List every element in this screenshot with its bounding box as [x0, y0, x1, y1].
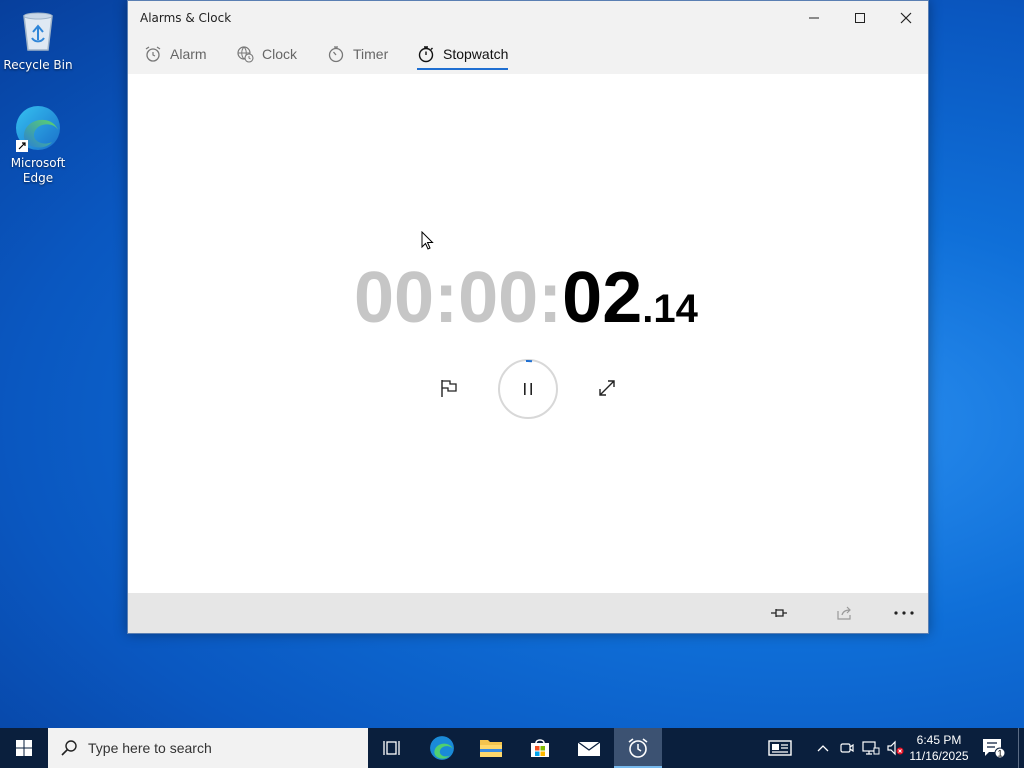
tab-label: Stopwatch: [443, 46, 509, 62]
minutes-value: 00: [458, 258, 539, 338]
hours-value: 00: [354, 258, 435, 338]
taskbar-date: 11/16/2025: [909, 749, 969, 763]
desktop-icon-label: Recycle Bin: [3, 58, 73, 72]
folder-icon: [480, 740, 502, 757]
pin-to-start-button[interactable]: [759, 599, 799, 627]
stopwatch-time: 00:00:02.14: [354, 262, 698, 334]
command-bar: [128, 593, 928, 633]
edge-icon: [14, 104, 62, 152]
alarms-clock-window: Alarms & Clock Alarm Clock Timer Stopwat…: [127, 0, 929, 634]
seconds-value: 02: [562, 258, 643, 338]
show-desktop-button[interactable]: [1018, 728, 1024, 768]
notification-count: 1: [997, 749, 1002, 759]
taskbar-file-explorer-button[interactable]: [467, 728, 515, 768]
taskbar-time: 6:45 PM: [916, 733, 962, 747]
taskbar-store-button[interactable]: [516, 728, 564, 768]
meet-now-button[interactable]: [836, 728, 858, 768]
desktop-icon-recycle-bin[interactable]: Recycle Bin: [0, 6, 76, 73]
mail-icon: [577, 741, 601, 756]
stopwatch-panel: 00:00:02.14: [128, 74, 928, 593]
tab-label: Alarm: [170, 46, 207, 62]
globe-clock-icon: [237, 46, 254, 63]
search-icon: [61, 740, 77, 756]
taskbar-edge-button[interactable]: [418, 728, 466, 768]
tab-stopwatch[interactable]: Stopwatch: [417, 34, 509, 74]
stopwatch-icon: [418, 46, 434, 63]
news-icon: [768, 740, 792, 756]
task-view-icon: [383, 741, 400, 755]
recycle-bin-icon: [14, 6, 62, 54]
store-icon: [531, 739, 549, 757]
action-center-button[interactable]: 1: [976, 728, 1010, 768]
time-separator: :: [538, 258, 563, 338]
search-placeholder: Type here to search: [88, 740, 212, 756]
tab-label: Timer: [353, 46, 389, 62]
expand-button[interactable]: [591, 372, 623, 404]
alarm-clock-icon: [628, 738, 648, 758]
expand-icon: [599, 380, 615, 396]
mouse-cursor-icon: [421, 231, 434, 250]
tab-bar: Alarm Clock Timer Stopwatch: [128, 34, 928, 74]
pin-icon: [771, 609, 787, 617]
desktop-icon-edge[interactable]: Microsoft Edge: [0, 104, 76, 186]
start-button[interactable]: [0, 728, 48, 768]
share-icon: [837, 606, 851, 620]
taskbar-mail-button[interactable]: [565, 728, 613, 768]
title-bar[interactable]: Alarms & Clock: [128, 1, 928, 34]
tab-clock[interactable]: Clock: [236, 34, 297, 74]
window-title: Alarms & Clock: [140, 11, 232, 25]
task-view-button[interactable]: [368, 728, 416, 768]
tab-timer[interactable]: Timer: [327, 34, 388, 74]
close-icon: [900, 12, 912, 23]
progress-ring-icon: [525, 359, 533, 363]
notification-icon: 1: [983, 739, 1005, 759]
tab-alarm[interactable]: Alarm: [144, 34, 207, 74]
volume-muted-icon: [887, 740, 904, 756]
tab-label: Clock: [262, 46, 298, 62]
meet-now-icon: [840, 743, 854, 753]
network-icon: [862, 741, 880, 755]
more-icon: [894, 611, 914, 615]
more-options-button[interactable]: [884, 599, 924, 627]
minimize-icon: [809, 17, 819, 18]
close-button[interactable]: [883, 1, 929, 34]
taskbar-clock[interactable]: 6:45 PM 11/16/2025: [906, 728, 972, 768]
maximize-button[interactable]: [837, 1, 883, 34]
show-hidden-icons-button[interactable]: [812, 728, 834, 768]
windows-logo-icon: [16, 740, 32, 756]
minimize-button[interactable]: [791, 1, 837, 34]
maximize-icon: [855, 12, 865, 23]
taskbar-alarms-clock-button[interactable]: [614, 728, 662, 768]
taskbar: Type here to search 6:45 PM 11/16/2025 1: [0, 728, 1024, 768]
chevron-up-icon: [817, 745, 829, 752]
taskbar-search-box[interactable]: Type here to search: [48, 728, 368, 768]
timer-icon: [328, 46, 344, 63]
volume-button[interactable]: [884, 728, 906, 768]
desktop-icon-label: Microsoft Edge: [10, 156, 66, 185]
news-and-interests-button[interactable]: [762, 728, 798, 768]
time-separator: :: [434, 258, 459, 338]
edge-icon: [430, 736, 454, 760]
lap-button[interactable]: [433, 372, 465, 404]
share-button[interactable]: [825, 599, 865, 627]
pause-button[interactable]: [498, 359, 558, 419]
fraction-value: .14: [642, 287, 698, 331]
alarm-icon: [145, 46, 161, 62]
flag-icon: [441, 380, 457, 397]
network-button[interactable]: [860, 728, 882, 768]
